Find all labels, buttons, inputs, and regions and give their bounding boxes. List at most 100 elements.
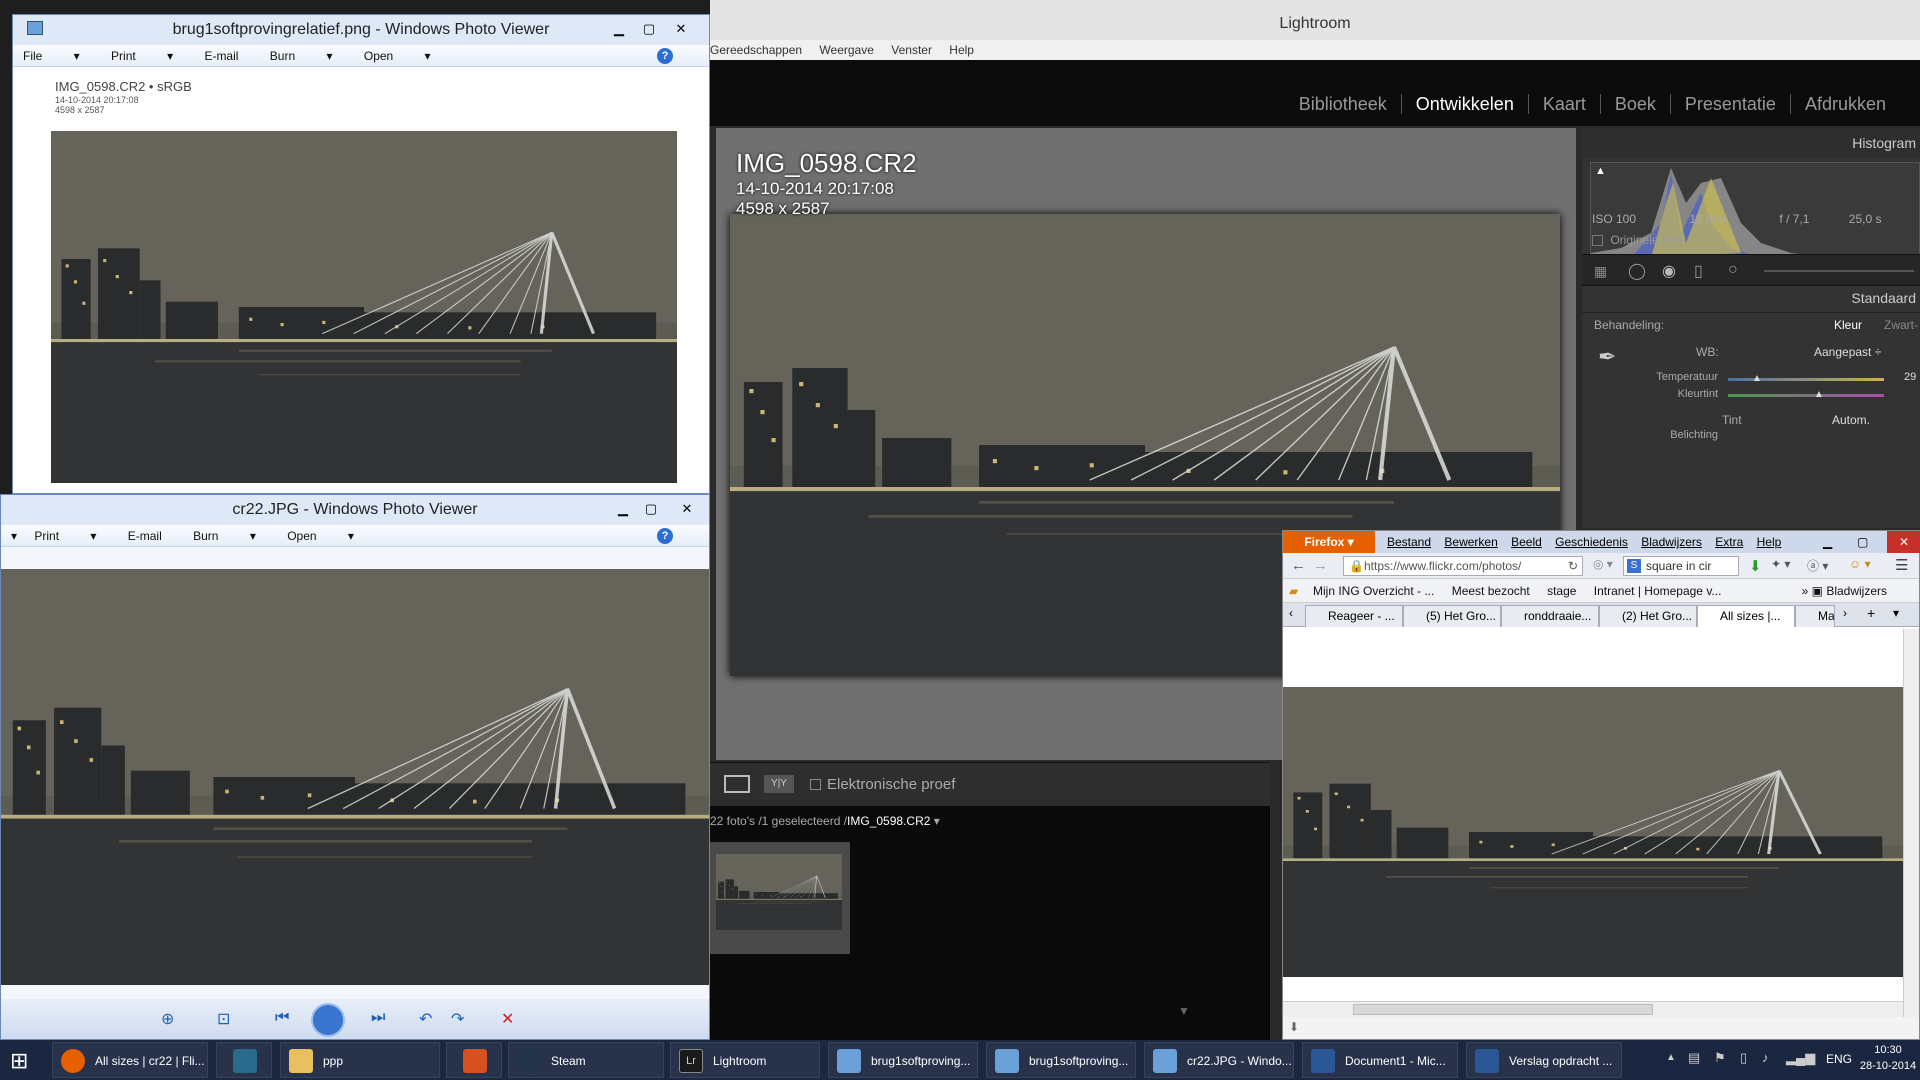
back-icon[interactable]: ← — [1291, 557, 1306, 574]
redeye-tool-icon[interactable]: ◉ — [1662, 261, 1676, 281]
tint-slider[interactable] — [1728, 394, 1884, 397]
viewer1-file-menu[interactable]: File ▾ — [23, 45, 80, 67]
viewer1-open-menu[interactable]: Open ▾ — [364, 45, 431, 67]
taskbar-word-2[interactable]: Verslag opdracht ... — [1466, 1042, 1622, 1078]
filmstrip-collapse-icon[interactable]: ▼ — [1178, 1004, 1190, 1018]
module-bibliotheek[interactable]: Bibliotheek — [1285, 94, 1401, 114]
before-after-icon[interactable]: Y|Y — [764, 775, 794, 793]
taskbar-firefox[interactable]: All sizes | cr22 | Fli... — [52, 1042, 208, 1078]
ff-menu-bestand[interactable]: Bestand — [1387, 535, 1431, 549]
zoom-icon[interactable]: ⊕ — [161, 1009, 174, 1029]
eyedropper-icon[interactable]: ✒ — [1598, 344, 1616, 370]
search-engine-icon[interactable]: S — [1627, 559, 1641, 573]
histogram-header[interactable]: Histogram — [1582, 128, 1920, 158]
taskbar-app-2[interactable] — [216, 1042, 272, 1078]
tab-list-icon[interactable]: ▾ — [1893, 606, 1899, 620]
tray-signal-icon[interactable]: ▂▄▆ — [1786, 1050, 1815, 1066]
tab-mag[interactable]: Mag — [1795, 605, 1835, 627]
ff-maximize-button[interactable]: ▢ — [1857, 531, 1868, 553]
status-download-icon[interactable]: ⬇ — [1289, 1020, 1299, 1034]
bookmark-ing[interactable]: Mijn ING Overzicht - ... — [1313, 584, 1434, 598]
tray-flag-icon[interactable]: ⚑ — [1714, 1050, 1726, 1066]
tab-scroll-left-icon[interactable]: ‹ — [1289, 606, 1293, 620]
viewer2-minimize-button[interactable]: ▁ — [609, 499, 637, 519]
viewer2-maximize-button[interactable]: ▢ — [637, 499, 665, 519]
ff-close-button[interactable]: ✕ — [1887, 531, 1920, 553]
crop-tool-icon[interactable]: ▦ — [1594, 263, 1607, 280]
tray-language[interactable]: ENG — [1826, 1052, 1852, 1066]
tray-network-icon[interactable]: ▤ — [1688, 1050, 1700, 1066]
spot-tool-icon[interactable]: ◯ — [1628, 261, 1646, 281]
basic-header[interactable]: Standaard — [1582, 290, 1920, 306]
tray-time[interactable]: 10:30 — [1862, 1044, 1914, 1056]
history-dropdown-icon[interactable]: ◎ ▾ — [1593, 557, 1613, 571]
bookmark-meest-bezocht[interactable]: Meest bezocht — [1452, 584, 1530, 598]
bookmark-intranet[interactable]: Intranet | Homepage v... — [1594, 584, 1722, 598]
gradient-tool-icon[interactable]: ▯ — [1694, 261, 1703, 281]
rotate-right-icon[interactable]: ↷ — [451, 1009, 464, 1029]
url-bar[interactable]: 🔒 https://www.flickr.com/photos/ ↻ — [1343, 556, 1583, 576]
delete-icon[interactable]: ✕ — [501, 1009, 514, 1029]
module-kaart[interactable]: Kaart — [1527, 94, 1600, 114]
filmstrip-dropdown-icon[interactable]: ▾ — [930, 814, 940, 828]
clipping-warning-icon[interactable]: ▲ — [1595, 165, 1606, 177]
viewer2-email-button[interactable]: E-mail — [128, 525, 162, 547]
ff-menu-bladwijzers[interactable]: Bladwijzers — [1641, 535, 1702, 549]
module-boek[interactable]: Boek — [1599, 94, 1670, 114]
tab-scroll-right-icon[interactable]: › — [1843, 606, 1847, 620]
tab-het-gro-5[interactable]: (5) Het Gro... — [1403, 605, 1501, 627]
treatment-bw[interactable]: Zwart- — [1884, 318, 1918, 332]
viewer2-file-dropdown-icon[interactable]: ▾ — [11, 525, 17, 547]
horizontal-scrollbar[interactable] — [1283, 1001, 1903, 1017]
module-presentatie[interactable]: Presentatie — [1669, 94, 1790, 114]
hamburger-menu-icon[interactable]: ☰ — [1895, 556, 1908, 574]
viewer2-open-menu[interactable]: Open ▾ — [287, 525, 354, 547]
tab-het-gro-2[interactable]: (2) Het Gro... — [1599, 605, 1697, 627]
module-ontwikkelen[interactable]: Ontwikkelen — [1400, 94, 1528, 114]
taskbar-viewer-1[interactable]: brug1softproving... — [828, 1042, 978, 1078]
tray-date[interactable]: 28-10-2014 — [1858, 1060, 1918, 1072]
rotate-left-icon[interactable]: ↶ — [419, 1009, 432, 1029]
temperature-value[interactable]: 29 — [1904, 371, 1916, 383]
bookmark-stage[interactable]: stage — [1547, 584, 1576, 598]
temperature-thumb-icon[interactable]: ▲ — [1752, 373, 1762, 384]
ff-menu-beeld[interactable]: Beeld — [1511, 535, 1542, 549]
addon-icon[interactable]: ✦ ▾ — [1771, 557, 1790, 571]
viewer2-close-button[interactable]: ✕ — [673, 499, 701, 519]
menu-weergave[interactable]: Weergave — [819, 40, 873, 60]
search-bar[interactable]: S square in cir — [1623, 556, 1739, 576]
viewer1-help-icon[interactable]: ? — [657, 48, 673, 64]
menu-help[interactable]: Help — [949, 40, 974, 60]
smiley-icon[interactable]: ☺ ▾ — [1849, 557, 1871, 571]
tray-volume-icon[interactable]: ♪ — [1762, 1050, 1769, 1065]
viewer2-print-menu[interactable]: Print ▾ — [34, 525, 96, 547]
fit-icon[interactable]: ⊡ — [217, 1009, 230, 1029]
adblock-icon[interactable]: ⓐ ▾ — [1807, 557, 1828, 574]
tray-battery-icon[interactable]: ▯ — [1740, 1050, 1747, 1066]
vertical-scrollbar[interactable] — [1903, 629, 1919, 1017]
filmstrip-filename[interactable]: IMG_0598.CR2 — [847, 814, 930, 828]
forward-icon[interactable]: → — [1313, 557, 1328, 574]
menu-venster[interactable]: Venster — [891, 40, 932, 60]
viewer1-maximize-button[interactable]: ▢ — [635, 19, 663, 39]
tab-all-sizes[interactable]: All sizes |... — [1697, 605, 1795, 627]
previous-icon[interactable]: ⏮ — [275, 1009, 289, 1027]
taskbar-viewer-2[interactable]: brug1softproving... — [986, 1042, 1136, 1078]
viewer2-burn-menu[interactable]: Burn ▾ — [193, 525, 256, 547]
taskbar-viewer-3[interactable]: cr22.JPG - Windo... — [1144, 1042, 1294, 1078]
filmstrip-thumb-cell[interactable] — [710, 842, 850, 954]
ff-menu-bewerken[interactable]: Bewerken — [1444, 535, 1497, 549]
viewer1-print-menu[interactable]: Print ▾ — [111, 45, 173, 67]
original-photo-row[interactable]: Originele foto — [1592, 233, 1682, 247]
tint-thumb-icon[interactable]: ▲ — [1814, 389, 1824, 400]
loupe-view-icon[interactable] — [724, 775, 750, 793]
reload-icon[interactable]: ↻ — [1568, 557, 1578, 575]
soft-proof-checkbox[interactable] — [810, 779, 821, 790]
taskbar-explorer[interactable]: ppp — [280, 1042, 440, 1078]
firefox-menu-button[interactable]: Firefox ▾ — [1283, 531, 1375, 553]
new-tab-icon[interactable]: + — [1867, 605, 1875, 621]
taskbar-lightroom[interactable]: Lr Lightroom — [670, 1042, 820, 1078]
download-icon[interactable]: ⬇ — [1749, 557, 1762, 575]
bookmarks-menu[interactable]: » ▣ Bladwijzers — [1802, 579, 1901, 603]
viewer1-email-button[interactable]: E-mail — [204, 45, 238, 67]
